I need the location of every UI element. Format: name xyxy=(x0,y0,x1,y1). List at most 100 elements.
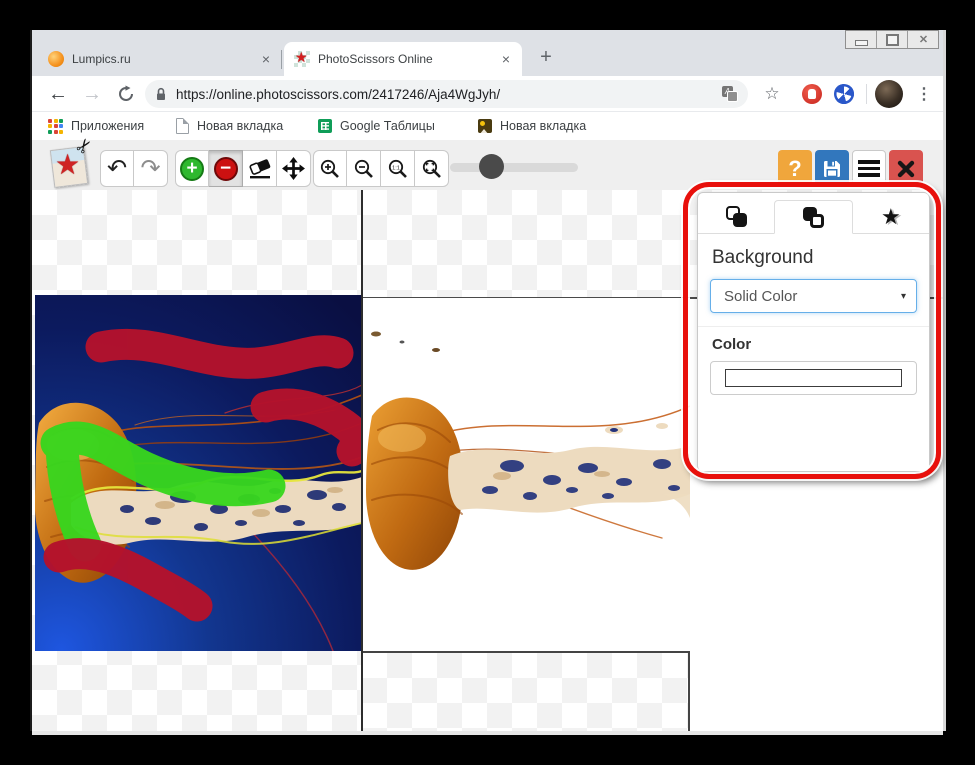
bookmark-new-tab-2[interactable]: Новая вкладка xyxy=(478,112,586,140)
back-button[interactable]: ← xyxy=(44,80,72,108)
panel-divider xyxy=(698,326,929,327)
minimize-button[interactable] xyxy=(846,31,876,48)
color-picker-button[interactable] xyxy=(710,361,917,395)
zoom-in-icon xyxy=(319,158,341,180)
star-icon: ★ xyxy=(55,148,80,181)
tab-lumpics[interactable]: Lumpics.ru × xyxy=(38,42,282,76)
split-view-divider xyxy=(361,190,363,731)
address-bar[interactable]: https://online.photoscissors.com/2417246… xyxy=(145,80,748,108)
navigation-bar: ← → https://online.photoscissors.com/241… xyxy=(32,76,943,112)
brush-size-slider-thumb[interactable] xyxy=(479,154,504,179)
tab-title: Lumpics.ru xyxy=(72,52,260,66)
tab-close-icon[interactable]: × xyxy=(260,51,272,67)
dropdown-value: Solid Color xyxy=(724,288,797,305)
bookmark-new-tab[interactable]: Новая вкладка xyxy=(176,112,283,140)
translate-icon[interactable]: A xyxy=(722,86,738,102)
svg-text:1:1: 1:1 xyxy=(392,165,400,171)
zoom-actual-button[interactable]: 1:1 xyxy=(381,150,415,187)
zoom-in-button[interactable] xyxy=(313,150,347,187)
zoom-fit-icon xyxy=(421,158,443,180)
extension-icon[interactable] xyxy=(834,84,854,104)
pan-button[interactable] xyxy=(277,150,311,187)
maximize-button[interactable] xyxy=(876,31,907,48)
screenshot-root: { "browser": { "tabs": [ {"title": "Lump… xyxy=(0,0,975,765)
close-editor-button[interactable] xyxy=(889,150,923,187)
forward-button[interactable]: → xyxy=(78,80,106,108)
zoom-actual-icon: 1:1 xyxy=(387,158,409,180)
close-window-button[interactable]: ✕ xyxy=(907,31,938,48)
editor-toolbar: ★ ✂ ↶ ↷ + − xyxy=(32,140,943,190)
eraser-button[interactable] xyxy=(243,150,277,187)
adblock-extension-icon[interactable] xyxy=(802,84,822,104)
plus-circle-icon: + xyxy=(180,157,204,181)
photoscissors-favicon-icon: ★ xyxy=(294,51,310,67)
page-icon xyxy=(176,118,189,134)
panel-heading: Background xyxy=(712,247,929,269)
lock-icon xyxy=(155,87,167,102)
redo-icon: ↷ xyxy=(140,159,160,179)
layers-filled-icon xyxy=(726,206,747,227)
tab-foreground[interactable] xyxy=(698,200,774,233)
apps-grid-icon xyxy=(48,119,63,134)
toolbar-separator xyxy=(866,84,867,104)
save-button[interactable] xyxy=(815,150,849,187)
move-icon xyxy=(281,156,306,181)
lumpics-favicon-icon xyxy=(48,51,64,67)
brush-group: + − xyxy=(175,150,311,187)
star-icon: ★ xyxy=(881,206,901,228)
zoom-fit-button[interactable] xyxy=(415,150,449,187)
tab-strip: ✕ Lumpics.ru × ★ PhotoScissors Online × … xyxy=(32,30,943,76)
save-floppy-icon xyxy=(821,158,843,180)
hamburger-icon xyxy=(858,160,880,164)
undo-icon: ↶ xyxy=(107,159,127,179)
tab-title: PhotoScissors Online xyxy=(318,52,500,66)
background-type-dropdown[interactable]: Solid Color ▾ xyxy=(710,279,917,313)
help-button[interactable]: ? xyxy=(778,150,812,187)
tab-background[interactable] xyxy=(774,200,852,234)
zoom-out-icon xyxy=(353,158,375,180)
remove-brush-button[interactable]: − xyxy=(209,150,243,187)
zoom-out-button[interactable] xyxy=(347,150,381,187)
action-buttons: ? xyxy=(778,150,923,187)
photoscissors-logo: ★ ✂ xyxy=(46,142,92,188)
color-swatch[interactable] xyxy=(725,369,902,387)
chevron-down-icon: ▾ xyxy=(901,291,906,302)
reload-icon xyxy=(117,85,135,103)
image-icon xyxy=(478,119,492,133)
tab-photoscissors[interactable]: ★ PhotoScissors Online × xyxy=(284,42,522,76)
url-text[interactable]: https://online.photoscissors.com/2417246… xyxy=(176,87,722,102)
reload-button[interactable] xyxy=(112,80,140,108)
minimize-icon xyxy=(855,40,868,46)
minus-circle-icon: − xyxy=(214,157,238,181)
browser-menu-button[interactable]: ⋮ xyxy=(914,80,934,108)
redo-button[interactable]: ↷ xyxy=(134,150,168,187)
bookmarks-bar: Приложения Новая вкладка Google Таблицы … xyxy=(32,112,943,140)
bookmark-star-icon[interactable]: ☆ xyxy=(758,80,786,108)
maximize-icon xyxy=(886,34,899,46)
bookmark-apps[interactable]: Приложения xyxy=(48,112,144,140)
panel-tabs: ★ xyxy=(698,193,929,234)
tab-favorites[interactable]: ★ xyxy=(853,200,929,233)
close-x-icon xyxy=(896,159,916,179)
undo-button[interactable]: ↶ xyxy=(100,150,134,187)
original-image-with-marks[interactable] xyxy=(35,295,362,651)
transparency-checker-right-bottom xyxy=(362,651,690,731)
eraser-icon xyxy=(248,157,272,180)
result-image[interactable] xyxy=(362,298,690,651)
profile-avatar[interactable] xyxy=(875,80,903,108)
sheets-icon xyxy=(318,119,332,133)
close-icon: ✕ xyxy=(919,33,927,46)
menu-button[interactable] xyxy=(852,150,886,187)
new-tab-button[interactable]: + xyxy=(532,43,560,71)
color-label: Color xyxy=(712,336,915,353)
keep-brush-button[interactable]: + xyxy=(175,150,209,187)
browser-window: ✕ Lumpics.ru × ★ PhotoScissors Online × … xyxy=(32,30,943,731)
window-controls: ✕ xyxy=(845,30,939,49)
brush-size-slider[interactable] xyxy=(450,163,578,172)
bookmark-google-sheets[interactable]: Google Таблицы xyxy=(318,112,435,140)
tab-close-icon[interactable]: × xyxy=(500,51,512,67)
editor-canvas: ★ Background Solid Color ▾ Color xyxy=(32,190,943,731)
background-panel: ★ Background Solid Color ▾ Color xyxy=(697,192,930,472)
layers-outline-icon xyxy=(803,207,824,228)
history-group: ↶ ↷ xyxy=(100,150,168,187)
